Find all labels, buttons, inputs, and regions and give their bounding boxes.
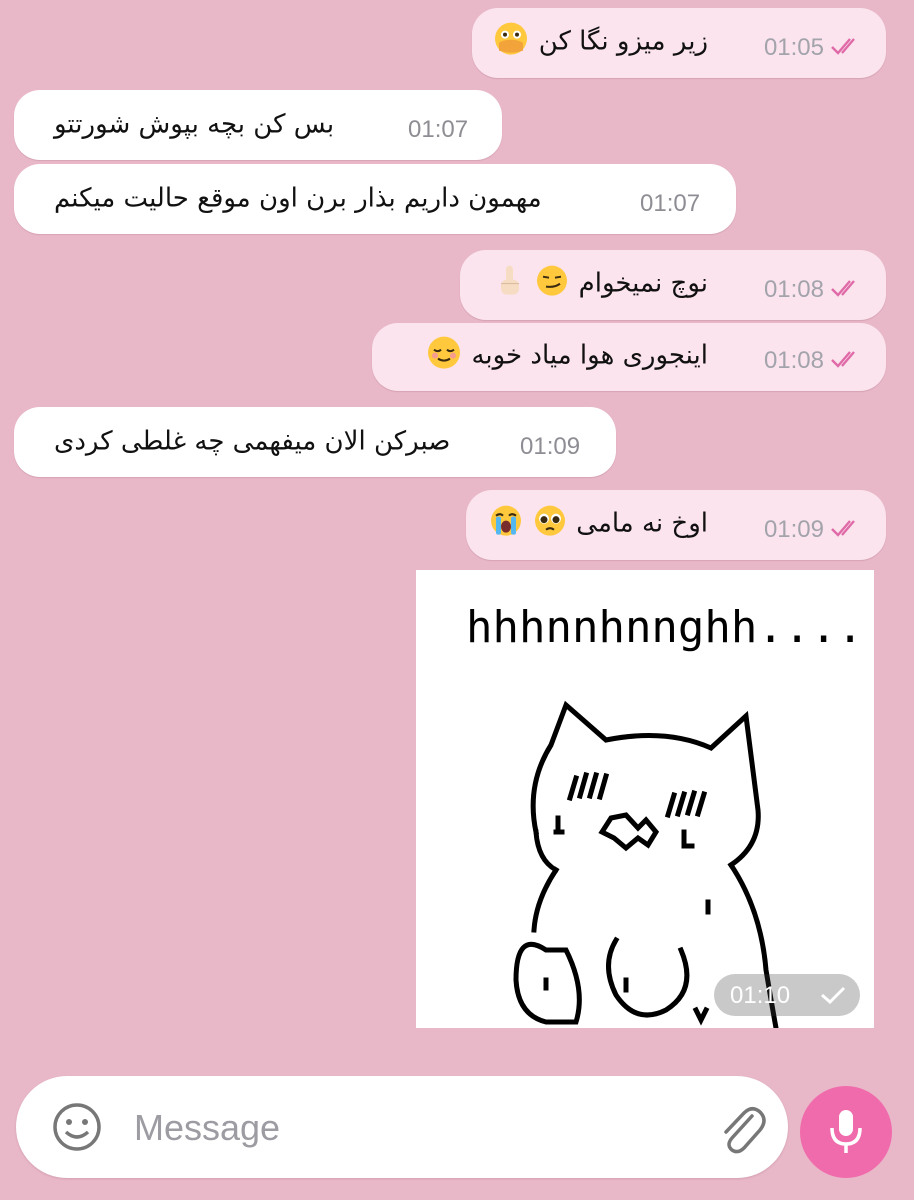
double-check-icon	[830, 518, 864, 542]
message-bubble-outgoing[interactable]: اوخ نه مامی 01:09	[466, 490, 886, 560]
message-time: 01:07	[408, 116, 469, 143]
cat-sticker-image: hhhnnhnnghh....	[466, 602, 863, 1031]
message-time: 01:09	[763, 516, 824, 543]
message-bubble-outgoing[interactable]: زیر میزو نگا کن 01:05	[472, 8, 886, 78]
message-time: 01:08	[763, 276, 824, 303]
smirking-face-icon	[535, 264, 569, 305]
message-time: 01:08	[763, 347, 824, 374]
message-bubble-outgoing[interactable]: نوچ نمیخوام 01:08	[460, 250, 886, 320]
relieved-face-icon	[426, 335, 462, 378]
sticker-caption: hhhnnhnnghh....	[466, 602, 863, 653]
image-message[interactable]: hhhnnhnnghh.... 01:10	[416, 570, 874, 1031]
message-time: 01:05	[763, 34, 824, 61]
message-input[interactable]	[132, 1102, 696, 1154]
pleading-face-icon	[533, 504, 567, 545]
double-check-icon	[830, 349, 864, 373]
message-text: اوخ نه مامی	[488, 504, 708, 545]
check-icon	[821, 986, 846, 1004]
message-bubble-incoming[interactable]: مهمون داریم بذار برن اون موقع حالیت میکن…	[14, 164, 736, 234]
microphone-button[interactable]	[800, 1086, 892, 1178]
message-text: زیر میزو نگا کن	[492, 21, 708, 64]
paperclip-icon[interactable]	[714, 1100, 768, 1160]
message-time: 01:09	[520, 433, 581, 460]
double-check-icon	[830, 36, 864, 60]
message-text: اینجوری هوا میاد خوبه	[425, 335, 708, 378]
message-text: مهمون داریم بذار برن اون موقع حالیت میکن…	[54, 183, 542, 214]
message-text: نوچ نمیخوام	[494, 264, 708, 305]
message-composer	[16, 1076, 788, 1178]
message-bubble-incoming[interactable]: بس کن بچه بپوش شورتتو 01:07	[14, 90, 502, 160]
face-with-open-eyes-and-hand-over-mouth-icon	[493, 21, 529, 64]
double-check-icon	[830, 278, 864, 302]
message-time: 01:07	[640, 190, 701, 217]
message-time: 01:10	[730, 982, 791, 1009]
index-pointing-up-icon	[495, 264, 525, 305]
message-bubble-incoming[interactable]: صبرکن الان میفهمی چه غلطی کردی 01:09	[14, 407, 616, 477]
image-time-badge: 01:10	[714, 974, 860, 1016]
microphone-icon	[827, 1108, 865, 1160]
loudly-crying-face-icon	[489, 504, 523, 545]
message-text: بس کن بچه بپوش شورتتو	[54, 109, 335, 140]
message-bubble-outgoing[interactable]: اینجوری هوا میاد خوبه 01:08	[372, 323, 886, 391]
smiley-icon[interactable]	[52, 1102, 102, 1156]
message-text: صبرکن الان میفهمی چه غلطی کردی	[54, 426, 451, 457]
